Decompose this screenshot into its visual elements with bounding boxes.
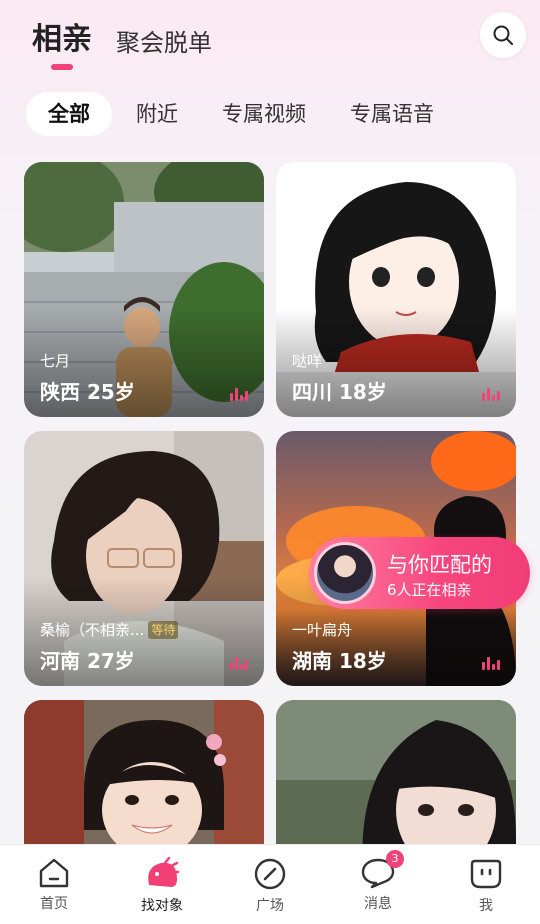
profile-card[interactable]: 七月 陕西 25岁: [24, 162, 264, 417]
card-nickname: 一叶扁舟: [292, 619, 352, 640]
nickname-text: 七月: [40, 352, 71, 370]
profile-card[interactable]: 桑榆（不相亲... 等待 河南 27岁: [24, 431, 264, 686]
match-title: 与你匹配的: [387, 553, 492, 577]
card-nickname: 桑榆（不相亲... 等待: [40, 619, 179, 640]
find-partner-icon: [148, 857, 180, 887]
filter-exclusive-video[interactable]: 专属视频: [210, 92, 318, 136]
nav-profile[interactable]: 我: [432, 845, 540, 924]
nav-home[interactable]: 首页: [0, 845, 108, 924]
activity-bars-icon: [482, 388, 500, 401]
match-banner[interactable]: 与你匹配的 6人正在相亲: [309, 537, 530, 609]
home-icon: [39, 858, 69, 888]
nav-find-partner[interactable]: 找对象: [108, 845, 216, 924]
search-button[interactable]: [480, 12, 526, 58]
filter-bar: 全部 附近 专属视频 专属语音: [26, 92, 466, 136]
card-nickname: 哒咩: [292, 350, 322, 371]
compass-icon: [254, 858, 286, 890]
nav-messages[interactable]: 3 消息: [324, 845, 432, 924]
message-count-badge: 3: [386, 850, 404, 868]
card-nickname: 七月: [40, 350, 70, 371]
filter-nearby[interactable]: 附近: [124, 92, 190, 136]
filter-exclusive-voice[interactable]: 专属语音: [338, 92, 446, 136]
card-location-age: 河南 27岁: [40, 649, 135, 673]
nickname-text: 一叶扁舟: [292, 621, 353, 639]
nav-home-label: 首页: [40, 896, 68, 912]
profile-card[interactable]: 哒咩 四川 18岁: [276, 162, 516, 417]
bottom-nav: 首页 找对象 广场 3 消息 我: [0, 844, 540, 924]
nickname-text: 哒咩: [292, 352, 323, 370]
profile-icon: [470, 859, 502, 889]
activity-bars-icon: [230, 657, 248, 670]
filter-all[interactable]: 全部: [26, 92, 112, 136]
waiting-badge: 等待: [148, 620, 179, 639]
nav-profile-label: 我: [479, 898, 493, 914]
nav-plaza-label: 广场: [256, 898, 284, 914]
card-location-age: 陕西 25岁: [40, 380, 135, 404]
tab-matchmaking[interactable]: 相亲: [32, 14, 92, 70]
nav-find-partner-label: 找对象: [141, 898, 183, 914]
top-tab-bar: 相亲 聚会脱单: [32, 14, 236, 70]
match-avatar: [314, 542, 376, 604]
active-tab-indicator: [51, 64, 73, 70]
search-icon: [493, 25, 513, 45]
nav-plaza[interactable]: 广场: [216, 845, 324, 924]
activity-bars-icon: [482, 657, 500, 670]
match-subtitle: 6人正在相亲: [387, 581, 472, 599]
card-location-age: 湖南 18岁: [292, 649, 387, 673]
card-location-age: 四川 18岁: [292, 380, 387, 404]
tab-party-label: 聚会脱单: [116, 29, 212, 57]
tab-party[interactable]: 聚会脱单: [116, 23, 212, 58]
activity-bars-icon: [230, 388, 248, 401]
tab-matchmaking-label: 相亲: [32, 22, 92, 57]
nickname-text: 桑榆（不相亲...: [40, 621, 145, 639]
nav-messages-label: 消息: [364, 896, 392, 912]
